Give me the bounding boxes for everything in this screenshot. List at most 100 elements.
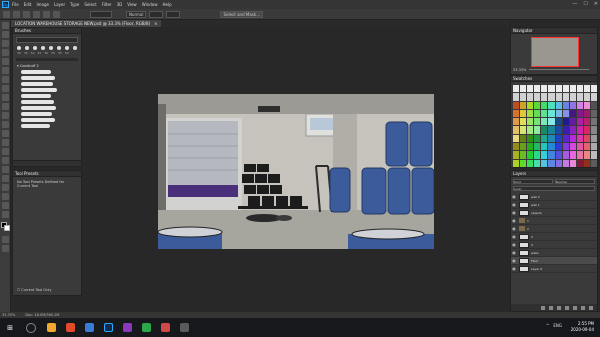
- lasso-tool-icon[interactable]: [1, 40, 9, 47]
- color-swatch[interactable]: [534, 143, 541, 151]
- color-swatch[interactable]: [590, 143, 597, 151]
- color-swatch[interactable]: [520, 85, 527, 93]
- color-swatch[interactable]: [548, 101, 555, 109]
- brush-search-input[interactable]: [16, 37, 78, 43]
- path-selection-tool-icon[interactable]: [1, 175, 9, 182]
- color-swatch[interactable]: [562, 93, 569, 101]
- brush-stroke-preview[interactable]: [21, 106, 56, 110]
- color-swatch[interactable]: [534, 93, 541, 101]
- color-swatch[interactable]: [562, 118, 569, 126]
- color-swatch[interactable]: [513, 126, 520, 134]
- delete-layer-icon[interactable]: [589, 305, 593, 310]
- brush-stroke-preview[interactable]: [21, 70, 51, 74]
- brush-stroke-preview[interactable]: [21, 124, 50, 128]
- app-icon[interactable]: [142, 323, 151, 332]
- color-swatch[interactable]: [541, 93, 548, 101]
- visibility-eye-icon[interactable]: ●: [511, 218, 517, 223]
- feather-input[interactable]: [90, 10, 112, 18]
- language-indicator[interactable]: ENG: [553, 323, 562, 328]
- color-swatch[interactable]: [527, 93, 534, 101]
- taskbar-clock[interactable]: 2:55 PM 2020-09-04: [571, 321, 594, 333]
- edit-toolbar-icon[interactable]: [1, 211, 9, 218]
- color-swatch[interactable]: [562, 109, 569, 118]
- visibility-eye-icon[interactable]: ●: [511, 202, 517, 207]
- color-swatch[interactable]: [590, 109, 597, 118]
- gradient-tool-icon[interactable]: [1, 130, 9, 137]
- layer-row[interactable]: ● 3: [511, 233, 597, 241]
- color-swatch[interactable]: [513, 118, 520, 126]
- color-swatch[interactable]: [583, 93, 590, 101]
- color-swatch[interactable]: [569, 151, 576, 159]
- color-swatch[interactable]: [534, 109, 541, 118]
- color-swatch[interactable]: [569, 134, 576, 143]
- tool-presets-title[interactable]: Tool Presets: [13, 171, 81, 177]
- color-swatch[interactable]: [513, 151, 520, 159]
- adjustment-layer-icon[interactable]: [565, 305, 569, 310]
- navigator-zoom-slider[interactable]: [529, 69, 589, 70]
- menu-edit[interactable]: Edit: [24, 2, 32, 7]
- brush-preset[interactable]: [33, 46, 37, 50]
- color-swatch[interactable]: [555, 134, 562, 143]
- new-selection-icon[interactable]: [23, 10, 30, 18]
- brush-stroke-preview[interactable]: [21, 118, 55, 122]
- color-swatch[interactable]: [576, 151, 583, 159]
- quick-select-tool-icon[interactable]: [1, 49, 9, 56]
- color-swatch[interactable]: [583, 143, 590, 151]
- color-swatch[interactable]: [569, 126, 576, 134]
- brush-preset[interactable]: [17, 46, 21, 50]
- color-swatch[interactable]: [513, 109, 520, 118]
- color-swatch[interactable]: [562, 143, 569, 151]
- brush-preset[interactable]: [49, 46, 53, 50]
- layer-row[interactable]: ● 1: [511, 217, 597, 225]
- color-swatch[interactable]: [555, 126, 562, 134]
- color-swatch[interactable]: [541, 151, 548, 159]
- color-swatch[interactable]: [534, 101, 541, 109]
- photoshop-taskbar-icon[interactable]: [104, 323, 113, 332]
- color-swatch[interactable]: [562, 151, 569, 159]
- color-swatch[interactable]: [590, 118, 597, 126]
- swatches-title[interactable]: Swatches: [511, 76, 597, 82]
- subtract-selection-icon[interactable]: [43, 10, 50, 18]
- color-swatch[interactable]: [548, 85, 555, 93]
- color-swatch[interactable]: [583, 159, 590, 167]
- layers-lock-label[interactable]: Lock:: [513, 186, 595, 191]
- home-icon[interactable]: [3, 10, 10, 18]
- color-swatch[interactable]: [527, 101, 534, 109]
- menu-type[interactable]: Type: [70, 2, 79, 7]
- photoshop-logo-icon[interactable]: Ps: [2, 1, 9, 8]
- maximize-icon[interactable]: ☐: [583, 1, 587, 7]
- color-swatch[interactable]: [548, 151, 555, 159]
- color-swatch[interactable]: [527, 159, 534, 167]
- color-swatch[interactable]: [583, 134, 590, 143]
- pen-tool-icon[interactable]: [1, 157, 9, 164]
- visibility-eye-icon[interactable]: ●: [511, 194, 517, 199]
- document-tab[interactable]: LOCATION WAREHOUSE STORAGE NEW.psd @ 33.…: [11, 20, 162, 27]
- layer-row[interactable]: ● Layer 0: [511, 265, 597, 273]
- navigator-zoom-value[interactable]: 33.33%: [513, 68, 526, 72]
- color-swatch[interactable]: [583, 85, 590, 93]
- brush-folder[interactable]: ▾ Coolstuff 2: [17, 64, 77, 68]
- visibility-eye-icon[interactable]: ●: [511, 266, 517, 271]
- color-swatch[interactable]: [534, 126, 541, 134]
- color-swatch[interactable]: [569, 159, 576, 167]
- color-swatch[interactable]: [562, 159, 569, 167]
- navigator-thumbnail[interactable]: [531, 37, 579, 67]
- color-swatch[interactable]: [527, 118, 534, 126]
- color-swatch[interactable]: [527, 109, 534, 118]
- brush-tool-icon[interactable]: [1, 94, 9, 101]
- layer-row[interactable]: ● 2: [511, 225, 597, 233]
- color-swatch[interactable]: [527, 134, 534, 143]
- color-swatch[interactable]: [520, 109, 527, 118]
- color-swatch[interactable]: [569, 101, 576, 109]
- color-swatch[interactable]: [520, 101, 527, 109]
- color-swatch[interactable]: [576, 126, 583, 134]
- color-swatch[interactable]: [576, 93, 583, 101]
- color-swatch[interactable]: [548, 143, 555, 151]
- zoom-tool-icon[interactable]: [1, 202, 9, 209]
- color-swatch[interactable]: [576, 109, 583, 118]
- menu-file[interactable]: File: [12, 2, 19, 7]
- tab-close-icon[interactable]: ×: [154, 20, 157, 27]
- color-swatch[interactable]: [541, 143, 548, 151]
- move-tool-icon[interactable]: [1, 22, 9, 29]
- menu-select[interactable]: Select: [84, 2, 96, 7]
